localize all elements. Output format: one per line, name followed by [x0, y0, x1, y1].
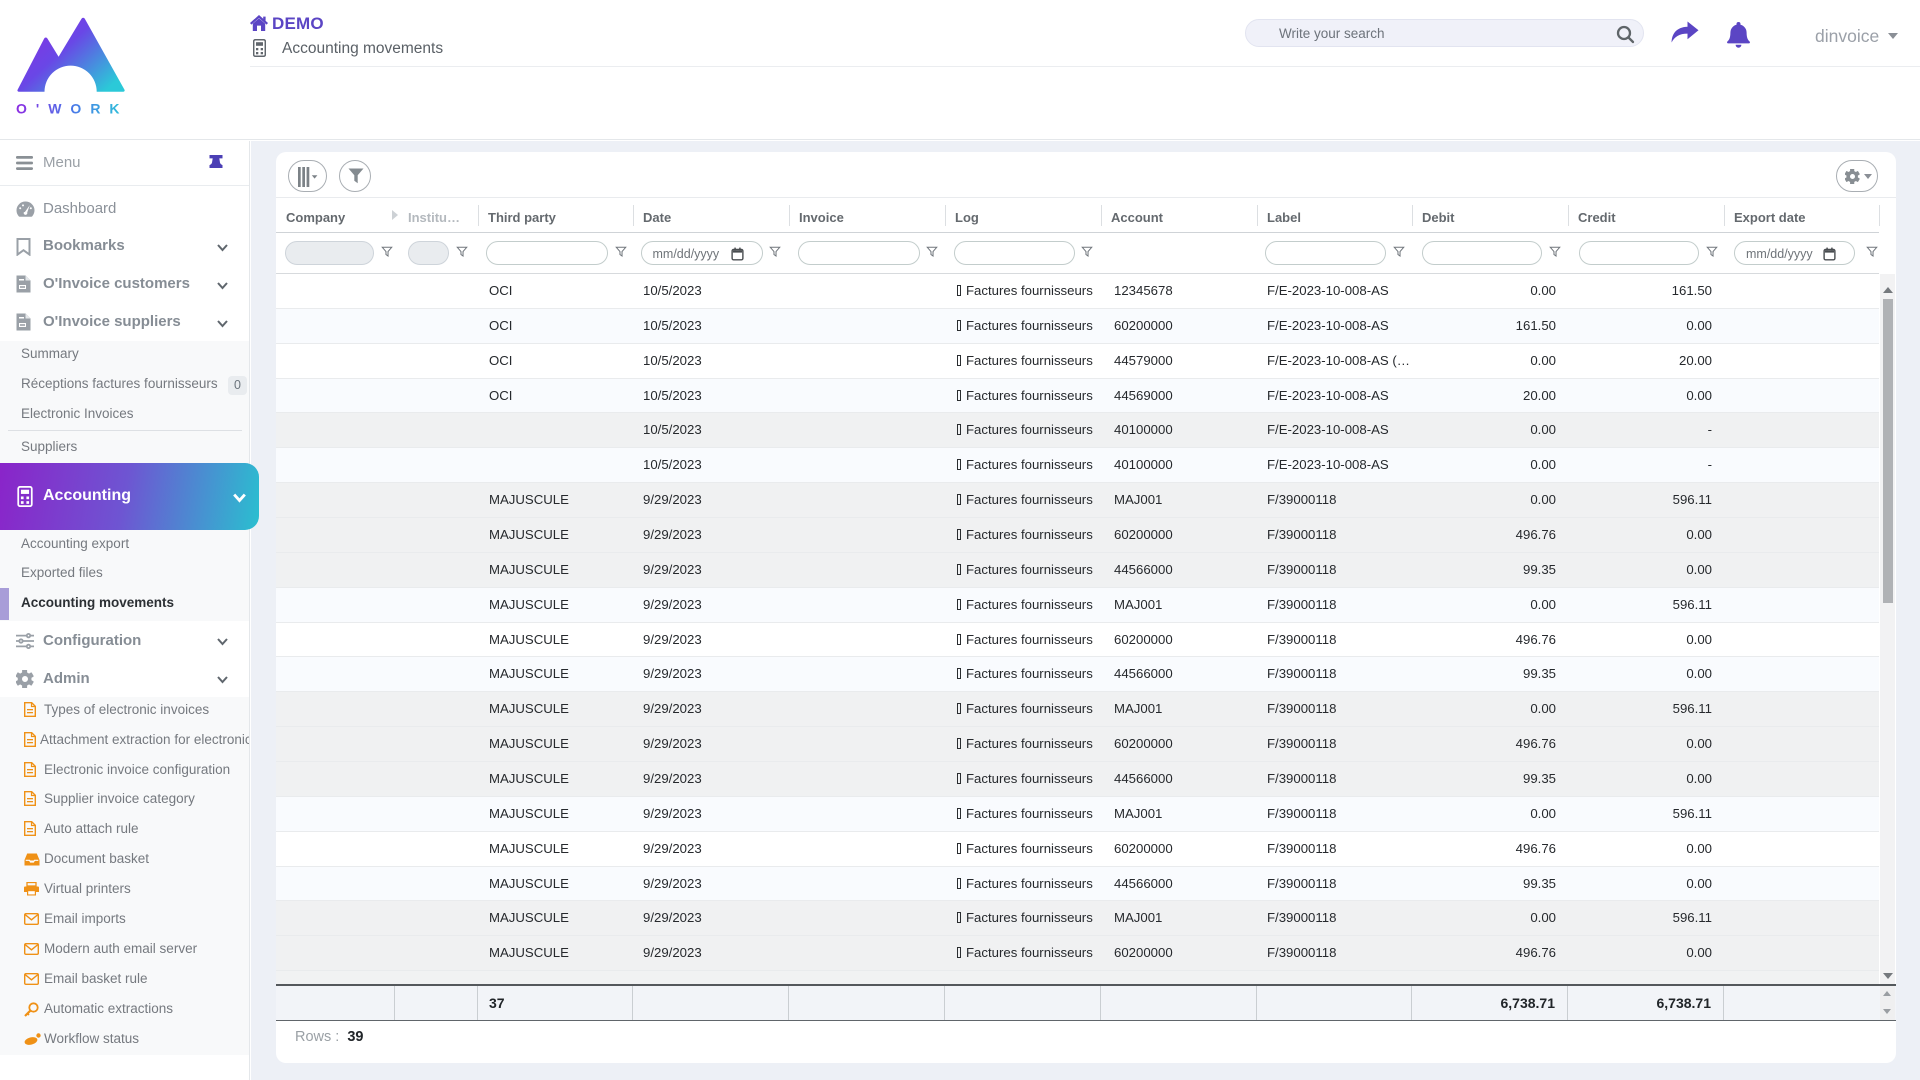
- svg-text:O'WORK: O'WORK: [16, 101, 128, 117]
